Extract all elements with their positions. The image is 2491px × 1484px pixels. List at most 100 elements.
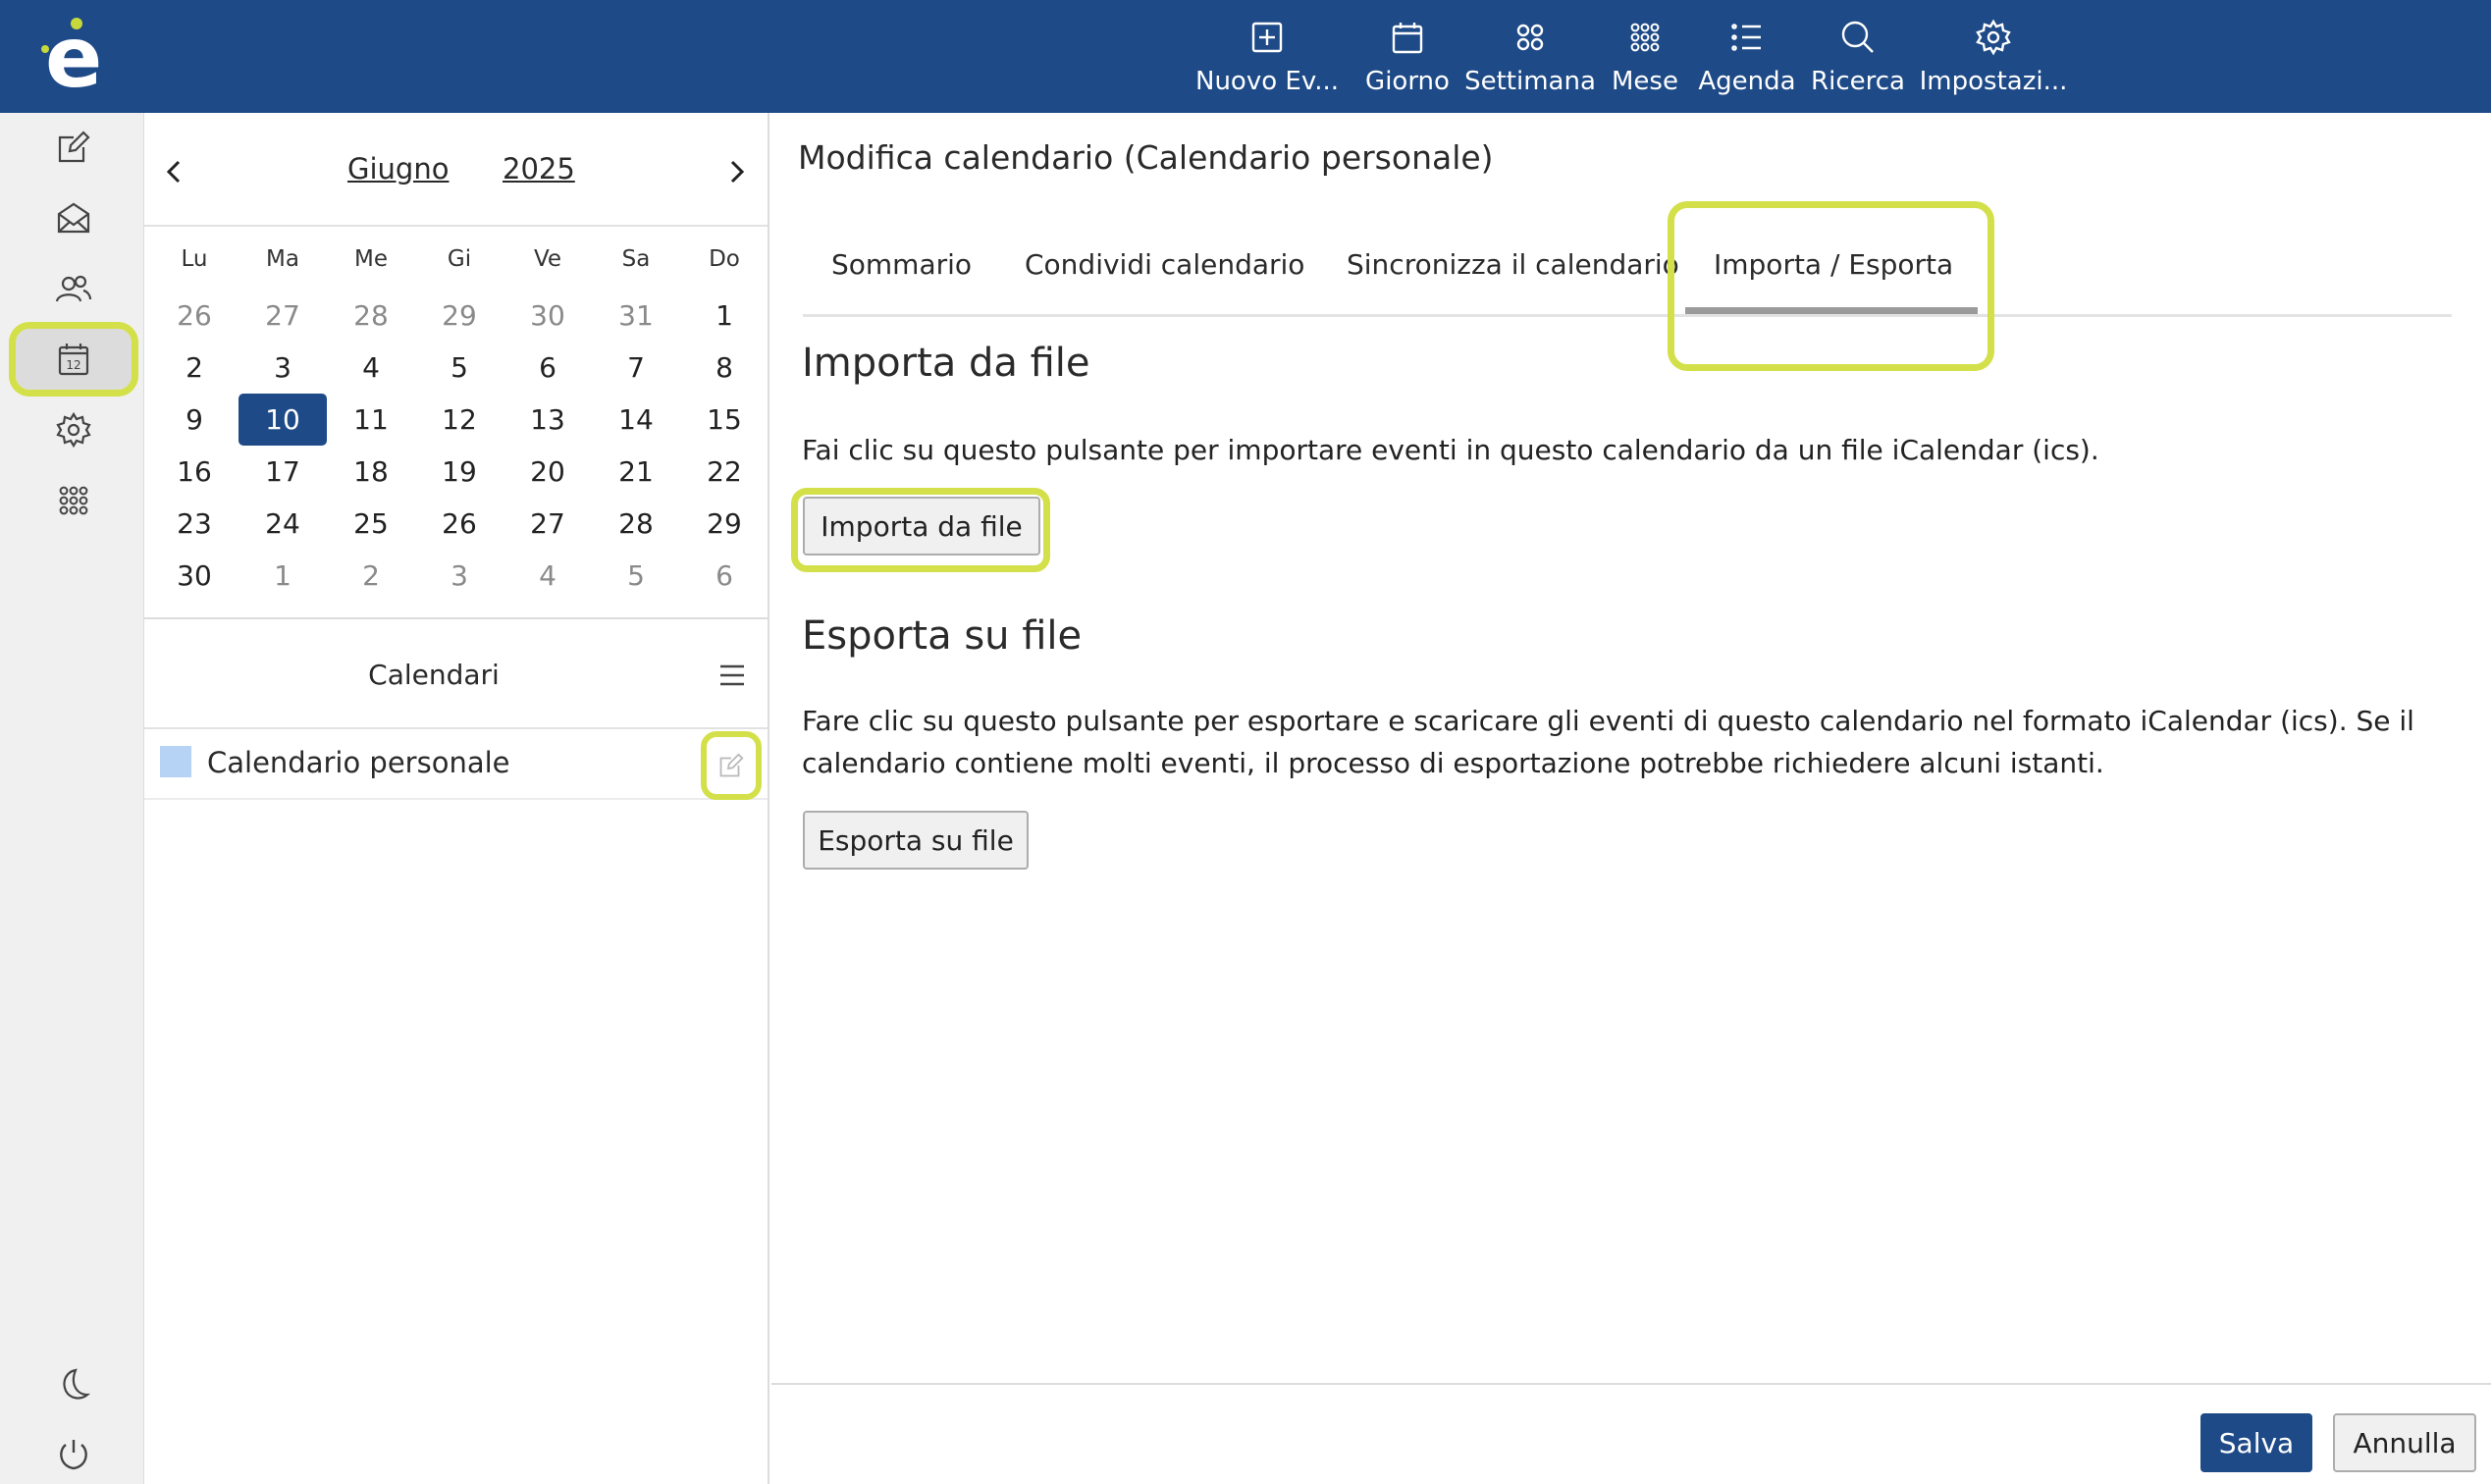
day-cell[interactable]: 29: [415, 290, 504, 342]
nine-dots-icon: [1630, 23, 1660, 52]
search-icon: [1841, 21, 1874, 53]
export-to-file-button[interactable]: Esporta su file: [803, 811, 1029, 870]
settings-icon: [56, 411, 91, 449]
day-cell[interactable]: 20: [504, 446, 592, 498]
day-cell[interactable]: 6: [504, 342, 592, 394]
weekday-label: Sa: [621, 246, 651, 272]
toolbar-label: Agenda: [1698, 67, 1796, 96]
toolbar-agenda-button[interactable]: Agenda: [1696, 0, 1798, 113]
day-cell[interactable]: 30: [150, 550, 238, 602]
day-cell[interactable]: 25: [327, 498, 415, 550]
rail-calendar[interactable]: 12: [9, 322, 138, 397]
day-cell[interactable]: 26: [150, 290, 238, 342]
day-cell[interactable]: 1: [680, 290, 768, 342]
logout-icon: [60, 1440, 87, 1470]
day-cell[interactable]: 17: [238, 446, 327, 498]
day-cell[interactable]: 2: [327, 550, 415, 602]
toolbar-week-button[interactable]: Settimana: [1464, 0, 1596, 113]
left-rail: 12: [0, 113, 144, 1484]
day-cell[interactable]: 11: [327, 394, 415, 446]
four-dots-icon: [1516, 24, 1544, 51]
tab-sync[interactable]: Sincronizza il calendario: [1347, 248, 1679, 281]
day-cell[interactable]: 4: [504, 550, 592, 602]
day-cell[interactable]: 13: [504, 394, 592, 446]
datepicker-year[interactable]: 2025: [503, 152, 575, 186]
day-cell[interactable]: 5: [415, 342, 504, 394]
toolbar-day-button[interactable]: Giorno: [1360, 0, 1455, 113]
calendar-icon: 12: [58, 344, 89, 376]
day-cell[interactable]: 3: [415, 550, 504, 602]
calendar-edit-button[interactable]: [701, 731, 762, 800]
day-cell[interactable]: 8: [680, 342, 768, 394]
weekday-label: Me: [354, 246, 388, 272]
day-cell[interactable]: 2: [150, 342, 238, 394]
day-cell[interactable]: 29: [680, 498, 768, 550]
day-cell[interactable]: 30: [504, 290, 592, 342]
app-logo[interactable]: e: [27, 12, 116, 105]
import-from-file-button[interactable]: Importa da file: [803, 497, 1040, 556]
day-cell[interactable]: 24: [238, 498, 327, 550]
day-cell[interactable]: 10: [238, 394, 327, 446]
rail-mail[interactable]: [16, 187, 132, 248]
cancel-button[interactable]: Annulla: [2333, 1413, 2476, 1472]
rail-logout[interactable]: [16, 1424, 132, 1484]
toolbar-label: Mese: [1612, 67, 1678, 96]
day-cell[interactable]: 12: [415, 394, 504, 446]
tab-summary[interactable]: Sommario: [831, 248, 972, 281]
day-cell[interactable]: 18: [327, 446, 415, 498]
main-content: Modifica calendario (Calendario personal…: [771, 113, 2491, 1484]
calendars-header: Calendari: [144, 619, 768, 729]
day-cell[interactable]: 27: [504, 498, 592, 550]
edit-icon: [719, 753, 744, 777]
export-heading: Esporta su file: [802, 613, 1083, 659]
day-cell[interactable]: 1: [238, 550, 327, 602]
next-month-icon[interactable]: [717, 152, 757, 191]
list-icon: [1731, 24, 1761, 51]
weekday-label: Do: [709, 246, 740, 272]
gear-icon: [1976, 19, 2011, 56]
import-heading: Importa da file: [802, 341, 1090, 386]
day-cell[interactable]: 7: [592, 342, 680, 394]
top-bar: e Nuovo Ev... Giorno Settimana Mese Agen…: [0, 0, 2491, 113]
calendar-name: Calendario personale: [207, 746, 510, 779]
weekday-label: Ve: [533, 246, 562, 272]
day-cell[interactable]: 14: [592, 394, 680, 446]
prev-month-icon[interactable]: [154, 152, 193, 191]
day-cell[interactable]: 28: [592, 498, 680, 550]
calendar-day-icon: [1392, 23, 1423, 54]
day-cell[interactable]: 22: [680, 446, 768, 498]
rail-contacts[interactable]: [16, 258, 132, 319]
datepicker-month[interactable]: Giugno: [347, 152, 449, 186]
weekday-label: Ma: [266, 246, 299, 272]
calendar-list-item[interactable]: Calendario personale: [144, 729, 768, 800]
day-cell[interactable]: 6: [680, 550, 768, 602]
rail-dark-mode[interactable]: [16, 1354, 132, 1415]
day-cell[interactable]: 21: [592, 446, 680, 498]
rail-compose[interactable]: [16, 117, 132, 178]
plus-square-icon: [1251, 22, 1283, 53]
rail-settings[interactable]: [16, 399, 132, 460]
day-cell[interactable]: 3: [238, 342, 327, 394]
footer-divider: [771, 1383, 2491, 1385]
day-cell[interactable]: 5: [592, 550, 680, 602]
day-cell[interactable]: 26: [415, 498, 504, 550]
day-cell[interactable]: 28: [327, 290, 415, 342]
toolbar-settings-button[interactable]: Impostazi...: [1920, 0, 2067, 113]
day-cell[interactable]: 23: [150, 498, 238, 550]
save-button[interactable]: Salva: [2200, 1413, 2312, 1472]
tab-share[interactable]: Condividi calendario: [1025, 248, 1304, 281]
day-cell[interactable]: 16: [150, 446, 238, 498]
day-cell[interactable]: 31: [592, 290, 680, 342]
toolbar-new-event-button[interactable]: Nuovo Ev...: [1193, 0, 1341, 113]
toolbar-search-button[interactable]: Ricerca: [1811, 0, 1905, 113]
contacts-icon: [55, 275, 92, 302]
day-cell[interactable]: 15: [680, 394, 768, 446]
day-cell[interactable]: 19: [415, 446, 504, 498]
day-cell[interactable]: 27: [238, 290, 327, 342]
day-cell[interactable]: 9: [150, 394, 238, 446]
day-cell[interactable]: 4: [327, 342, 415, 394]
toolbar-month-button[interactable]: Mese: [1606, 0, 1684, 113]
menu-icon[interactable]: [717, 662, 747, 688]
rail-apps[interactable]: [16, 470, 132, 531]
logo-letter: e: [45, 9, 103, 107]
